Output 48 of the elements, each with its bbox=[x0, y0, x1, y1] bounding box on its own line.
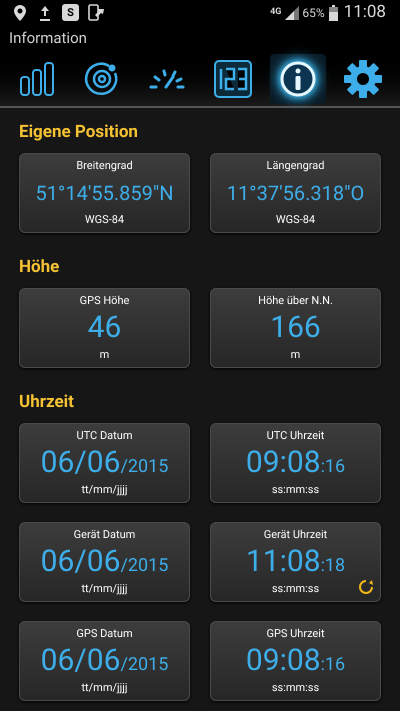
section-heading: Höhe bbox=[19, 259, 60, 276]
section-heading: Eigene Position bbox=[19, 124, 139, 141]
window-title: Information bbox=[9, 28, 87, 49]
card-value: 11°37'56.318"O bbox=[226, 183, 364, 203]
card-label: GPS Uhrzeit bbox=[266, 627, 325, 641]
card-value: 06/06/2015 bbox=[40, 547, 168, 577]
card-unit: m bbox=[100, 348, 110, 362]
card-value: 06/06/2015 bbox=[40, 646, 168, 676]
card-label: Höhe über N.N. bbox=[258, 294, 333, 308]
card-label: Gerät Uhrzeit bbox=[264, 528, 328, 542]
card-label: UTC Datum bbox=[76, 429, 132, 443]
phone-arrow-icon bbox=[88, 4, 104, 21]
card-unit: WGS-84 bbox=[276, 213, 316, 227]
tab[interactable] bbox=[270, 54, 326, 104]
card-label: GPS Höhe bbox=[80, 294, 130, 308]
card-unit: ss:mm:ss bbox=[272, 681, 320, 695]
section-heading: Uhrzeit bbox=[19, 394, 75, 411]
card-value: 46 bbox=[88, 313, 122, 343]
card-label: UTC Uhrzeit bbox=[266, 429, 324, 443]
card-unit: WGS-84 bbox=[84, 213, 124, 227]
battery-percentage: 65% bbox=[302, 4, 325, 22]
battery-icon bbox=[328, 4, 338, 20]
card-value: 09:08:16 bbox=[246, 646, 346, 676]
network-type: 4G bbox=[270, 8, 282, 17]
digital-display-icon bbox=[212, 58, 253, 98]
card-value: 51°14'55.859"N bbox=[35, 183, 174, 203]
card-unit: tt/mm/jjjj bbox=[81, 582, 128, 596]
card-unit: m bbox=[290, 348, 300, 362]
signal-icon bbox=[285, 6, 300, 20]
info-icon bbox=[278, 58, 318, 98]
card-value: 11:08:18 bbox=[246, 547, 346, 577]
card-unit: ss:mm:ss bbox=[272, 483, 320, 497]
settings-icon bbox=[343, 58, 384, 98]
card-label: Breitengrad bbox=[76, 159, 133, 173]
card-unit: tt/mm/jjjj bbox=[81, 483, 128, 497]
upload-icon bbox=[40, 4, 50, 20]
card-label: Gerät Datum bbox=[74, 528, 136, 542]
app-notification-icon: S bbox=[62, 4, 79, 21]
card-unit: tt/mm/jjjj bbox=[81, 681, 128, 695]
card-label: GPS Datum bbox=[76, 627, 133, 641]
location-pin-icon bbox=[14, 4, 26, 20]
clock: 11:08 bbox=[344, 4, 386, 21]
card-value: 166 bbox=[270, 313, 321, 343]
card-unit: ss:mm:ss bbox=[272, 582, 320, 596]
card-value: 06/06/2015 bbox=[40, 448, 168, 478]
refresh-icon[interactable] bbox=[358, 579, 374, 595]
card-label: Längengrad bbox=[266, 159, 324, 173]
card-value: 09:08:16 bbox=[246, 448, 346, 478]
